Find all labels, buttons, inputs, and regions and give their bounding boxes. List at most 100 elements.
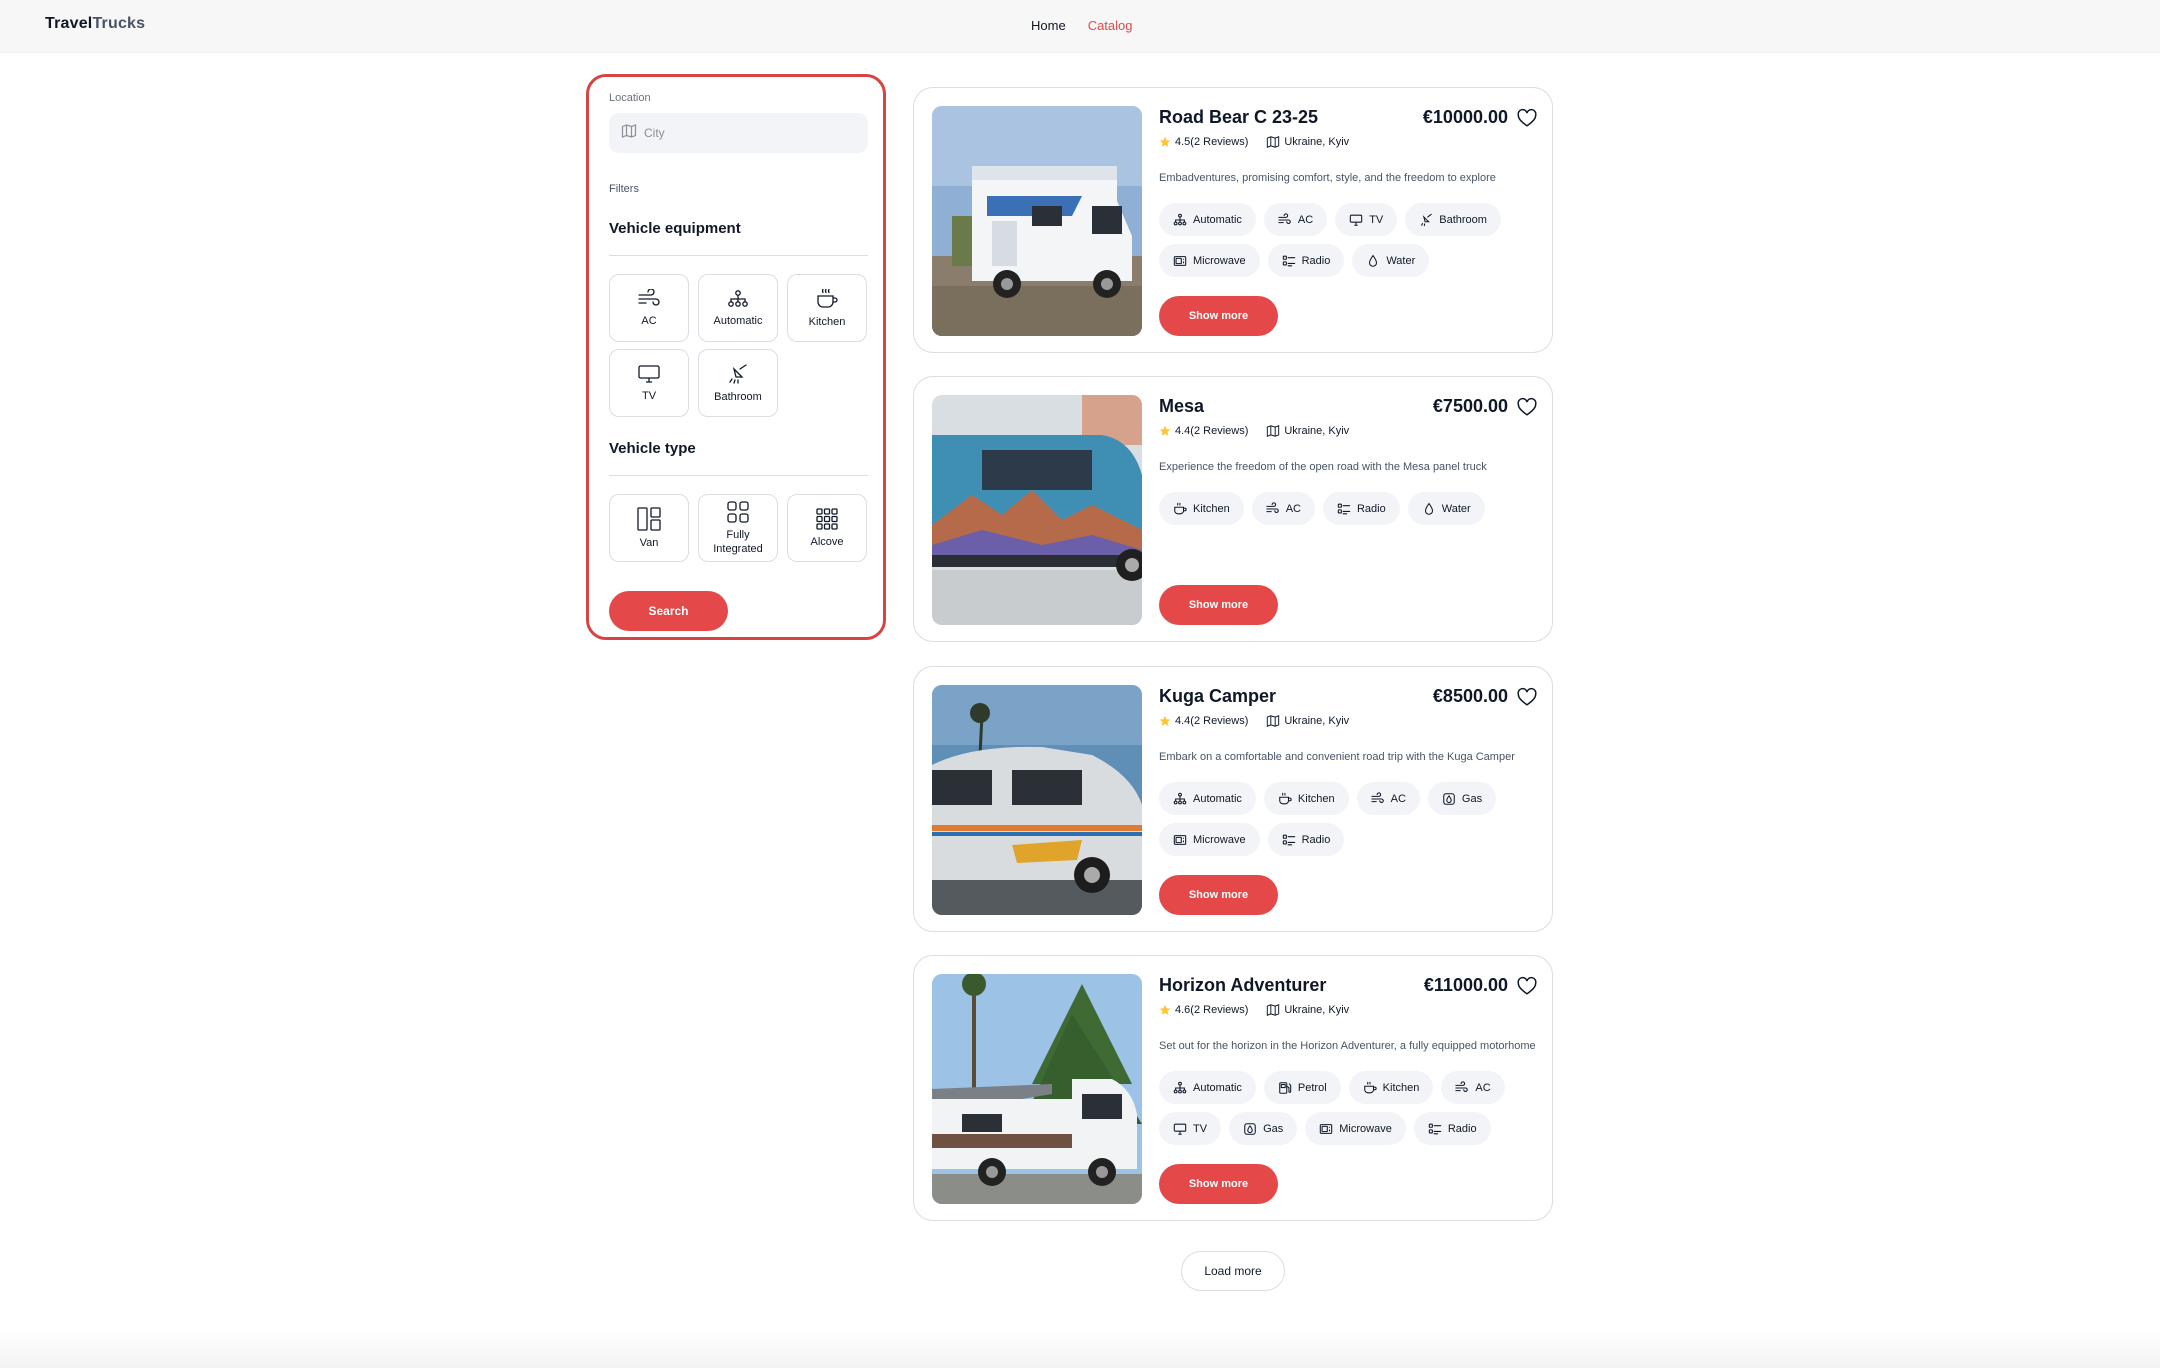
feature-chip: Radio — [1322, 492, 1400, 525]
feature-chip: Bathroom — [1405, 203, 1501, 236]
kitchen-icon — [1278, 792, 1292, 806]
radio-icon — [1428, 1122, 1442, 1136]
fully-integrated-icon — [726, 500, 750, 523]
filter-alcove[interactable]: Alcove — [787, 494, 867, 562]
camper-name: Road Bear C 23-25 — [1159, 107, 1319, 127]
kitchen-icon — [1363, 1081, 1377, 1095]
nav-home-link[interactable]: Home — [1031, 18, 1066, 33]
feature-chip: Microwave — [1305, 1112, 1406, 1145]
search-button[interactable]: Search — [609, 591, 728, 631]
ac-icon — [1371, 792, 1385, 806]
van-icon — [636, 506, 662, 531]
feature-chip: TV — [1159, 1112, 1222, 1145]
show-more-button[interactable]: Show more — [1159, 296, 1278, 336]
heart-icon[interactable] — [1516, 396, 1538, 418]
camper-name: Horizon Adventurer — [1159, 975, 1327, 995]
gas-icon — [1243, 1122, 1257, 1136]
star-icon — [1159, 1004, 1171, 1016]
gas-icon — [1442, 792, 1456, 806]
microwave-icon — [1173, 833, 1187, 847]
radio-icon — [1282, 254, 1296, 268]
camper-location: Ukraine, Kyiv — [1284, 715, 1350, 727]
heart-icon[interactable] — [1516, 686, 1538, 708]
camper-meta: 4.6(2 Reviews) Ukraine, Kyiv — [1159, 1003, 1349, 1017]
camper-photo — [932, 106, 1142, 336]
feature-chip: Gas — [1229, 1112, 1298, 1145]
show-more-button[interactable]: Show more — [1159, 1164, 1278, 1204]
feature-chip: Kitchen — [1263, 782, 1349, 815]
show-more-button[interactable]: Show more — [1159, 585, 1278, 625]
camper-card: Mesa €7500.00 4.4(2 Reviews) Ukraine, Ky… — [913, 376, 1553, 642]
camper-photo — [932, 974, 1142, 1204]
camper-rating[interactable]: 4.4(2 Reviews) — [1175, 425, 1248, 437]
nav-catalog-link[interactable]: Catalog — [1088, 18, 1133, 33]
feature-chip: Water — [1352, 244, 1430, 277]
filter-van-label: Van — [639, 536, 659, 549]
filter-ac[interactable]: AC — [609, 274, 689, 342]
bathroom-icon — [726, 363, 750, 385]
site-header: TravelTrucks Home Catalog — [0, 0, 2160, 53]
feature-chips: Automatic Kitchen AC Gas Microwave Radio — [1159, 782, 1539, 856]
microwave-icon — [1319, 1122, 1333, 1136]
filter-panel: Location Filters Vehicle equipment AC Au… — [586, 74, 886, 640]
location-label: Location — [609, 92, 651, 104]
camper-name: Kuga Camper — [1159, 686, 1277, 706]
heart-icon[interactable] — [1516, 107, 1538, 129]
automatic-icon — [1173, 1081, 1187, 1095]
load-more-button[interactable]: Load more — [1181, 1251, 1285, 1291]
map-icon — [1266, 424, 1280, 438]
footer — [0, 1330, 2160, 1368]
filter-kitchen[interactable]: Kitchen — [787, 274, 867, 342]
heart-icon[interactable] — [1516, 975, 1538, 997]
camper-description: Set out for the horizon in the Horizon A… — [1159, 1040, 1536, 1052]
camper-price: €8500.00 — [1432, 686, 1508, 706]
feature-chip: Petrol — [1263, 1071, 1341, 1104]
camper-description: Embadventures, promising comfort, style,… — [1159, 172, 1496, 184]
camper-location: Ukraine, Kyiv — [1284, 1004, 1350, 1016]
feature-chip: AC — [1356, 782, 1420, 815]
main-nav: Home Catalog — [1031, 18, 1133, 33]
camper-meta: 4.4(2 Reviews) Ukraine, Kyiv — [1159, 714, 1349, 728]
feature-chip: Automatic — [1159, 782, 1256, 815]
filter-bathroom-label: Bathroom — [714, 390, 762, 403]
filter-fully-integrated[interactable]: Fully Integrated — [698, 494, 778, 562]
alcove-icon — [815, 507, 839, 530]
camper-description: Experience the freedom of the open road … — [1159, 461, 1487, 473]
camper-rating[interactable]: 4.6(2 Reviews) — [1175, 1004, 1248, 1016]
logo[interactable]: TravelTrucks — [45, 15, 145, 33]
camper-rating[interactable]: 4.4(2 Reviews) — [1175, 715, 1248, 727]
feature-chip: Microwave — [1159, 244, 1260, 277]
feature-chip: Automatic — [1159, 1071, 1256, 1104]
ac-icon — [1278, 213, 1292, 227]
bathroom-icon — [1419, 213, 1433, 227]
vehicle-type-title: Vehicle type — [609, 440, 696, 457]
vehicle-equipment-title: Vehicle equipment — [609, 220, 741, 237]
filter-kitchen-label: Kitchen — [808, 315, 846, 328]
tv-icon — [1349, 213, 1363, 227]
feature-chip: Microwave — [1159, 823, 1260, 856]
feature-chip: Radio — [1413, 1112, 1491, 1145]
feature-chip: AC — [1441, 1071, 1505, 1104]
filter-automatic[interactable]: Automatic — [698, 274, 778, 342]
camper-location: Ukraine, Kyiv — [1284, 425, 1350, 437]
filters-label: Filters — [609, 183, 639, 195]
camper-rating[interactable]: 4.5(2 Reviews) — [1175, 136, 1248, 148]
radio-icon — [1337, 502, 1351, 516]
water-icon — [1366, 254, 1380, 268]
camper-meta: 4.4(2 Reviews) Ukraine, Kyiv — [1159, 424, 1349, 438]
filter-van[interactable]: Van — [609, 494, 689, 562]
camper-card: Road Bear C 23-25 €10000.00 4.5(2 Review… — [913, 87, 1553, 353]
map-icon — [1266, 714, 1280, 728]
kitchen-icon — [815, 288, 839, 310]
divider — [609, 475, 868, 476]
automatic-icon — [726, 289, 750, 309]
show-more-button[interactable]: Show more — [1159, 875, 1278, 915]
feature-chip: AC — [1263, 203, 1328, 236]
filter-bathroom[interactable]: Bathroom — [698, 349, 778, 417]
feature-chip: AC — [1251, 492, 1315, 525]
filter-fully-integrated-label: Fully Integrated — [713, 528, 763, 555]
camper-card: Horizon Adventurer €11000.00 4.6(2 Revie… — [913, 955, 1553, 1221]
location-input[interactable] — [644, 126, 844, 140]
location-field[interactable] — [609, 113, 868, 153]
filter-tv[interactable]: TV — [609, 349, 689, 417]
